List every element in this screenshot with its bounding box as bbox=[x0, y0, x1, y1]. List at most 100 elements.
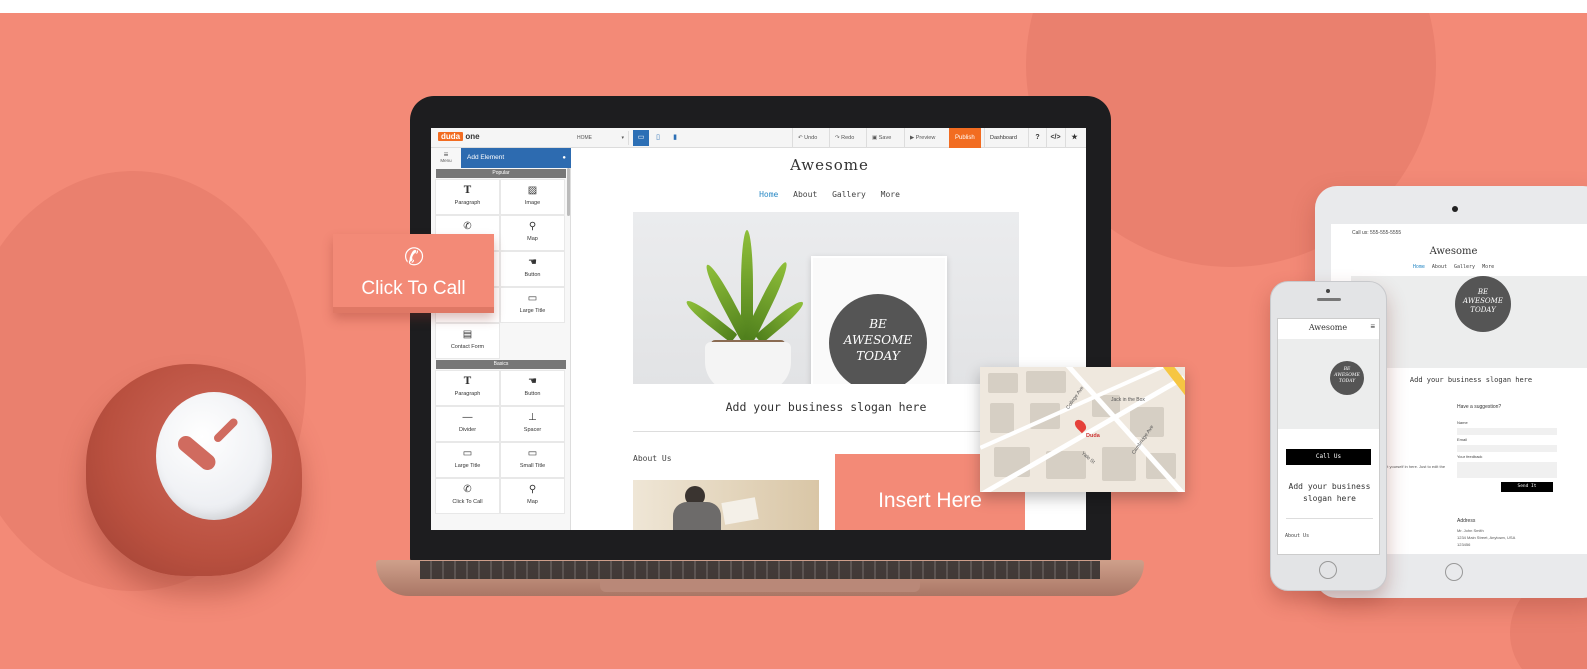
about-image[interactable] bbox=[633, 480, 819, 530]
tablet-view-button[interactable]: ▯ bbox=[650, 130, 666, 146]
tablet-nav-home[interactable]: Home bbox=[1413, 264, 1425, 270]
phone-speaker bbox=[1317, 298, 1341, 301]
undo-label: Undo bbox=[804, 135, 818, 141]
phone-camera bbox=[1326, 289, 1330, 293]
section-basics: Basics bbox=[436, 360, 566, 369]
tile-small-title[interactable]: ▭ Small Title bbox=[500, 442, 565, 478]
tile-label: Click To Call bbox=[452, 499, 483, 505]
favorite-button[interactable]: ★ bbox=[1065, 128, 1083, 148]
tile-label: Contact Form bbox=[450, 344, 485, 350]
redo-icon: ↷ bbox=[835, 135, 840, 141]
tablet-send-button[interactable]: Send It bbox=[1501, 482, 1553, 492]
tile-spacer[interactable]: ⊥ Spacer bbox=[500, 406, 565, 442]
tile-label: Button bbox=[524, 391, 541, 397]
tile-label: Map bbox=[527, 236, 538, 242]
tile-label: Button bbox=[524, 272, 541, 278]
click-to-call-widget[interactable]: ✆ Click To Call bbox=[333, 234, 494, 313]
hamburger-icon: ≡ bbox=[443, 150, 449, 159]
tablet-address-heading: Address bbox=[1457, 518, 1476, 524]
save-button[interactable]: ▣ Save bbox=[866, 128, 896, 148]
nav-home[interactable]: Home bbox=[759, 190, 778, 199]
code-icon: </> bbox=[1050, 134, 1061, 141]
tablet-nav-about[interactable]: About bbox=[1432, 264, 1447, 270]
desktop-view-button[interactable]: ▭ bbox=[633, 130, 649, 146]
about-heading[interactable]: About Us bbox=[633, 454, 672, 463]
title-icon: ▭ bbox=[527, 448, 538, 459]
clock-face bbox=[156, 392, 272, 520]
tablet-call-us[interactable]: Call us: 555-555-5555 bbox=[1352, 230, 1401, 236]
site-title[interactable]: Awesome bbox=[573, 156, 1086, 174]
tablet-email-field[interactable] bbox=[1457, 445, 1557, 452]
help-circle-icon[interactable]: ● bbox=[562, 148, 566, 168]
menu-button[interactable]: ≡ Menu bbox=[431, 148, 461, 168]
add-element-header: Add Element ● bbox=[461, 148, 571, 168]
tablet-address-line: 123456 bbox=[1457, 542, 1471, 547]
tile-button[interactable]: ☚ Button bbox=[500, 370, 565, 406]
hero-image[interactable]: BE AWESOME TODAY bbox=[633, 212, 1019, 384]
dashboard-label: Dashboard bbox=[990, 135, 1017, 141]
tile-paragraph[interactable]: T Paragraph bbox=[435, 179, 500, 215]
phone-call-us-button[interactable]: Call Us bbox=[1286, 449, 1371, 465]
tile-map[interactable]: ⚲ Map bbox=[500, 215, 565, 251]
help-button[interactable]: ? bbox=[1028, 128, 1046, 148]
duda-logo[interactable]: duda one bbox=[438, 132, 480, 141]
map-label-duda: Duda bbox=[1086, 433, 1100, 439]
tile-label: Small Title bbox=[519, 463, 546, 469]
site-slogan[interactable]: Add your business slogan here bbox=[633, 400, 1019, 414]
nav-more[interactable]: More bbox=[881, 190, 900, 199]
add-element-panel: ≡ Menu Add Element ● Popular T Paragraph … bbox=[431, 148, 571, 530]
map-widget[interactable]: Jack in the Box Duda College Ave Cambrid… bbox=[980, 367, 1185, 492]
divider bbox=[1286, 518, 1373, 519]
tile-button[interactable]: ☚ Button bbox=[500, 251, 565, 287]
tablet-feedback-field[interactable] bbox=[1457, 462, 1557, 478]
dashboard-button[interactable]: Dashboard bbox=[984, 128, 1022, 148]
tablet-nav-gallery[interactable]: Gallery bbox=[1454, 264, 1475, 270]
hamburger-icon[interactable]: ≡ bbox=[1370, 322, 1375, 331]
phone-icon: ✆ bbox=[403, 244, 425, 271]
divider bbox=[633, 431, 1019, 432]
nav-about[interactable]: About bbox=[793, 190, 817, 199]
publish-button[interactable]: Publish bbox=[949, 128, 981, 148]
tile-contact-form[interactable]: ▤ Contact Form bbox=[435, 323, 500, 359]
panel-scrollbar[interactable] bbox=[567, 168, 570, 216]
add-element-title: Add Element bbox=[467, 154, 505, 161]
code-button[interactable]: </> bbox=[1046, 128, 1064, 148]
page-select-value: HOME bbox=[577, 135, 592, 141]
laptop-trackpad bbox=[600, 580, 920, 592]
phone-hero-badge: BE AWESOME TODAY bbox=[1330, 361, 1364, 395]
tablet-suggestion-heading: Have a suggestion? bbox=[1457, 404, 1502, 410]
page-select[interactable]: HOME ▾ bbox=[573, 131, 629, 145]
redo-label: Redo bbox=[841, 135, 855, 141]
map-block bbox=[990, 403, 1014, 433]
tile-label: Image bbox=[524, 200, 541, 206]
undo-button[interactable]: ↶ Undo bbox=[792, 128, 822, 148]
badge-line: AWESOME bbox=[1463, 297, 1503, 305]
nav-gallery[interactable]: Gallery bbox=[832, 190, 866, 199]
tile-paragraph[interactable]: T Paragraph bbox=[435, 370, 500, 406]
section-popular: Popular bbox=[436, 169, 566, 178]
tile-label: Large Title bbox=[519, 308, 546, 314]
tile-divider[interactable]: — Divider bbox=[435, 406, 500, 442]
tile-image[interactable]: ▨ Image bbox=[500, 179, 565, 215]
phone-hero-image bbox=[1278, 339, 1379, 429]
tablet-name-field[interactable] bbox=[1457, 428, 1557, 435]
undo-icon: ↶ bbox=[798, 135, 803, 141]
tablet-icon: ▯ bbox=[656, 134, 660, 141]
tile-map[interactable]: ⚲ Map bbox=[500, 478, 565, 514]
redo-button[interactable]: ↷ Redo bbox=[829, 128, 859, 148]
tile-large-title[interactable]: ▭ Large Title bbox=[500, 287, 565, 323]
menu-label: Menu bbox=[440, 158, 452, 163]
save-label: Save bbox=[878, 135, 892, 141]
title-icon: ▭ bbox=[527, 293, 538, 304]
tablet-address-line: Mr. John Smith bbox=[1457, 528, 1484, 533]
mobile-view-button[interactable]: ▮ bbox=[667, 130, 683, 146]
map-block bbox=[988, 373, 1018, 393]
tile-label: Large Title bbox=[454, 463, 481, 469]
tile-large-title[interactable]: ▭ Large Title bbox=[435, 442, 500, 478]
preview-button[interactable]: ▶ Preview bbox=[904, 128, 940, 148]
tile-click-to-call[interactable]: ✆ Click To Call bbox=[435, 478, 500, 514]
tablet-address-line: 1234 Main Street, Anytown, USA bbox=[1457, 535, 1516, 540]
tablet-nav-more[interactable]: More bbox=[1482, 264, 1494, 270]
phone-home-button bbox=[1319, 561, 1337, 579]
map-label: Jack in the Box bbox=[1111, 397, 1145, 403]
